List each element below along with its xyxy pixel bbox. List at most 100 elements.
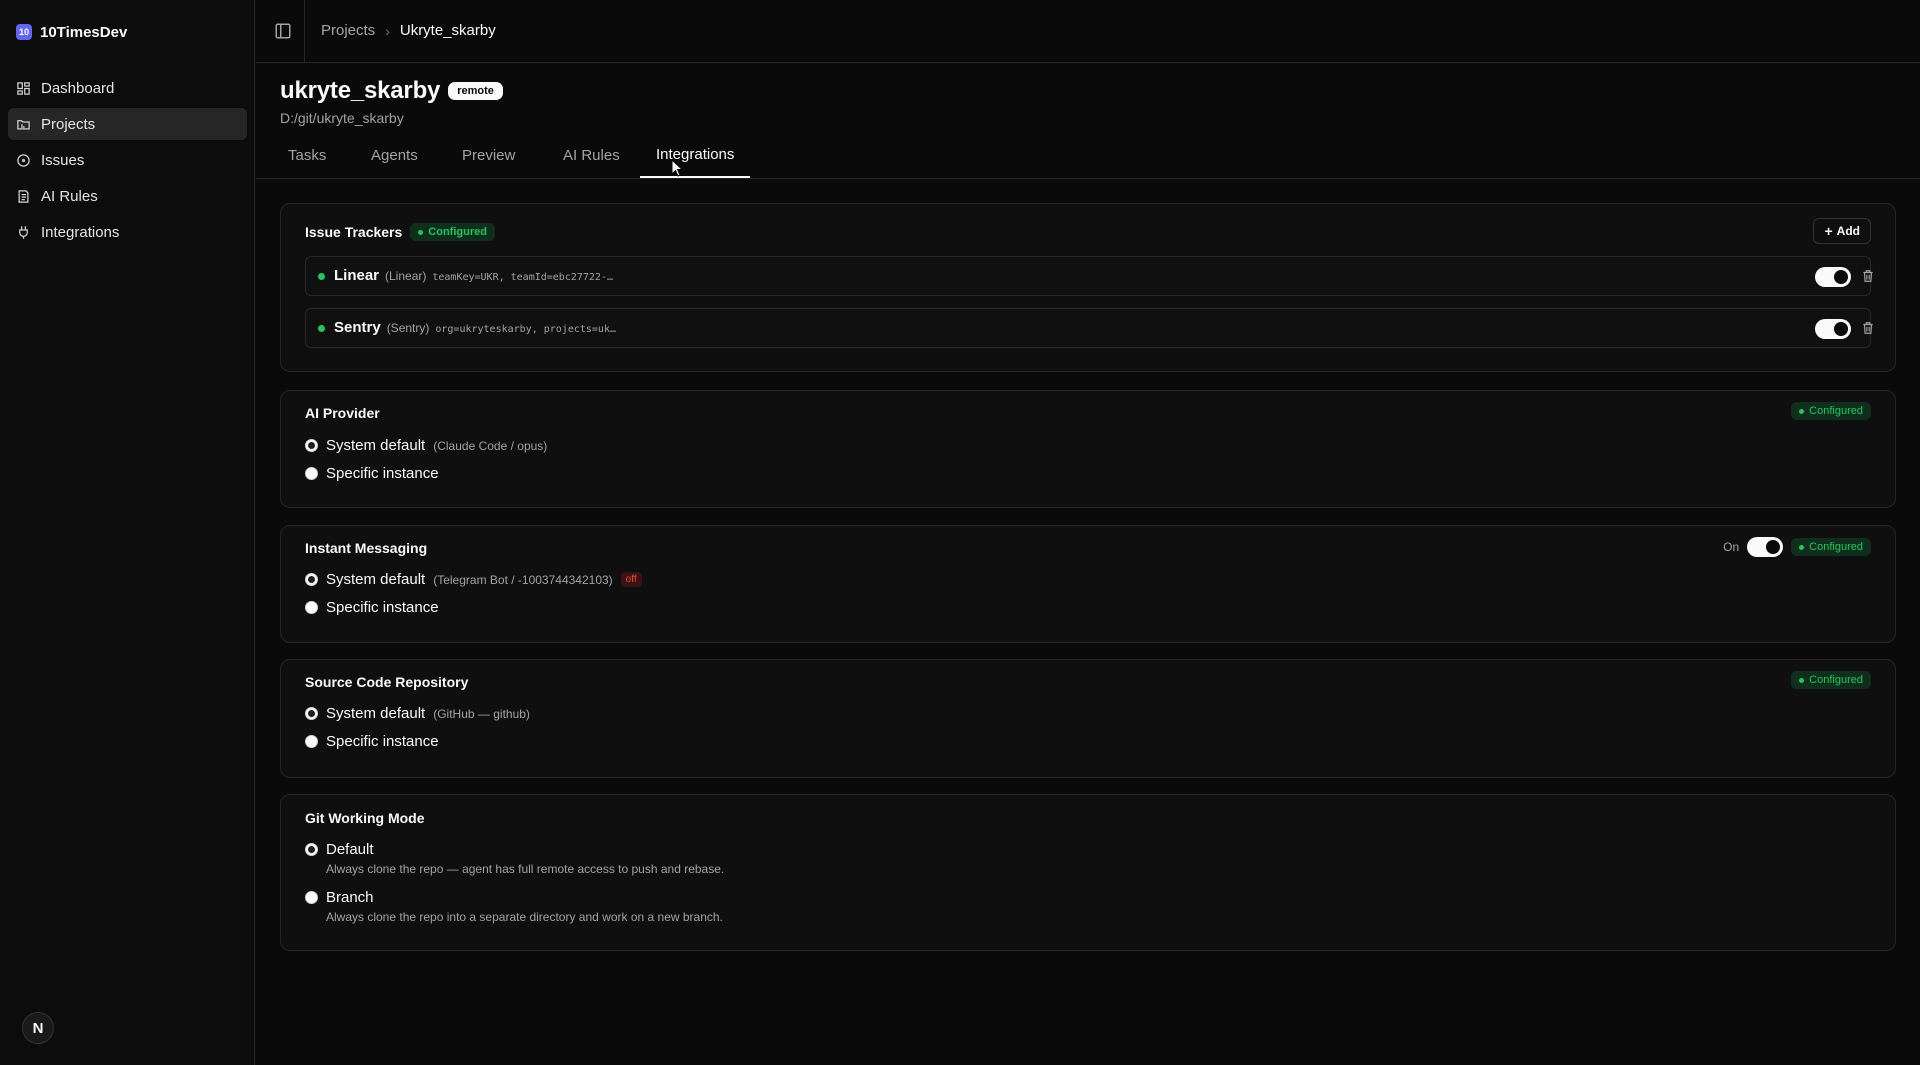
tracker-name: Sentry (Sentry) org=ukryteskarby, projects… bbox=[334, 319, 616, 336]
radio-button[interactable] bbox=[305, 735, 318, 748]
git-option-label-line: Branch bbox=[305, 889, 723, 906]
sidebar-nav: Dashboard Projects Issues AI Rules Integ… bbox=[8, 72, 247, 252]
tracker-config: org=ukryteskarby, projects=uk… bbox=[435, 324, 616, 335]
tab-tasks[interactable]: Tasks bbox=[272, 133, 342, 178]
page-title: ukryte_skarby bbox=[280, 77, 441, 104]
circle-dot-icon bbox=[17, 153, 30, 167]
status-dot bbox=[418, 229, 424, 235]
app-name: 10TimesDev bbox=[40, 23, 128, 41]
messaging-toggle[interactable] bbox=[1747, 537, 1784, 557]
plus-icon: + bbox=[1824, 223, 1833, 239]
radio-button[interactable] bbox=[305, 601, 318, 614]
status-badge: Configured bbox=[1791, 671, 1871, 689]
sidebar: 10 10TimesDev Dashboard Projects Issues … bbox=[0, 0, 255, 1065]
status-badge-label: Configured bbox=[1809, 541, 1863, 553]
card-header-actions: On Configured bbox=[1723, 537, 1871, 557]
add-tracker-button[interactable]: + Add bbox=[1813, 218, 1871, 244]
sidebar-item-ai-rules[interactable]: AI Rules bbox=[8, 180, 247, 212]
radio-label: Specific instance bbox=[326, 465, 439, 482]
breadcrumb: Projects › Ukryte_skarby bbox=[321, 22, 496, 39]
chevron-right-icon: › bbox=[385, 22, 390, 39]
sidebar-item-label: Issues bbox=[41, 151, 85, 169]
radio-label: System default bbox=[326, 705, 426, 722]
card-title: Source Code Repository bbox=[305, 674, 469, 690]
radio-button[interactable] bbox=[305, 467, 318, 480]
topbar-divider bbox=[304, 0, 305, 63]
radio-button[interactable] bbox=[305, 439, 318, 452]
radio-option-specific-instance[interactable]: Specific instance bbox=[305, 733, 439, 750]
status-badge-label: Configured bbox=[1809, 674, 1863, 686]
git-working-mode-card: Git Working Mode Default Always clone th… bbox=[280, 794, 1896, 951]
radio-label: System default bbox=[326, 437, 426, 454]
radio-option-specific-instance[interactable]: Specific instance bbox=[305, 465, 439, 482]
status-dot bbox=[318, 273, 325, 280]
tracker-name-text: Sentry bbox=[334, 319, 381, 336]
radio-button[interactable] bbox=[305, 707, 318, 720]
instant-messaging-card: Instant Messaging On Configured System d… bbox=[280, 525, 1896, 643]
tab-ai-rules[interactable]: AI Rules bbox=[547, 133, 636, 178]
issue-trackers-card: Issue Trackers Configured + Add Linear (L… bbox=[280, 203, 1896, 372]
source-code-card: Source Code Repository Configured System… bbox=[280, 659, 1896, 778]
git-option-description: Always clone the repo into a separate di… bbox=[326, 910, 723, 924]
mouse-pointer-icon bbox=[671, 159, 683, 177]
status-dot bbox=[318, 325, 325, 332]
git-option-description: Always clone the repo — agent has full r… bbox=[326, 862, 725, 876]
tracker-toggle[interactable] bbox=[1815, 267, 1851, 287]
off-badge: off bbox=[620, 572, 642, 587]
sidebar-item-integrations[interactable]: Integrations bbox=[8, 216, 247, 248]
topbar: Projects › Ukryte_skarby bbox=[256, 0, 1920, 63]
app-brand[interactable]: 10 10TimesDev bbox=[16, 20, 127, 44]
radio-label: System default bbox=[326, 571, 426, 588]
status-badge: Configured bbox=[410, 223, 495, 241]
project-title-row: ukryte_skarby remote bbox=[280, 77, 503, 105]
sidebar-item-issues[interactable]: Issues bbox=[8, 144, 247, 176]
tab-agents[interactable]: Agents bbox=[355, 133, 434, 178]
radio-option-system-default[interactable]: System default (GitHub — github) bbox=[305, 705, 530, 722]
avatar[interactable]: N bbox=[22, 1012, 54, 1044]
radio-option-system-default[interactable]: System default (Telegram Bot / -10037443… bbox=[305, 571, 642, 588]
card-header-actions: Configured bbox=[1791, 671, 1871, 689]
sidebar-toggle-button[interactable] bbox=[274, 22, 292, 40]
trash-icon[interactable] bbox=[1861, 269, 1875, 283]
tracker-row-sentry: Sentry (Sentry) org=ukryteskarby, projects… bbox=[305, 308, 1873, 348]
radio-button[interactable] bbox=[305, 891, 318, 904]
tab-integrations[interactable]: Integrations bbox=[640, 133, 751, 178]
ai-provider-card: AI Provider Configured System default (C… bbox=[280, 390, 1896, 508]
radio-hint: (Claude Code / opus) bbox=[433, 438, 548, 453]
trash-icon[interactable] bbox=[1861, 321, 1875, 335]
card-title: AI Provider bbox=[305, 405, 380, 421]
radio-button[interactable] bbox=[305, 573, 318, 586]
breadcrumb-projects-link[interactable]: Projects bbox=[321, 22, 375, 39]
status-dot bbox=[1799, 408, 1805, 414]
tab-bar: Tasks Agents Preview AI Rules Integratio… bbox=[256, 133, 1920, 179]
plug-icon bbox=[19, 225, 28, 239]
tracker-toggle[interactable] bbox=[1815, 319, 1851, 339]
tracker-row-linear: Linear (Linear) teamKey=UKR, teamId=ebc277… bbox=[305, 256, 1873, 296]
git-option-label-line: Default bbox=[305, 841, 724, 858]
status-badge-label: Configured bbox=[1809, 405, 1863, 417]
card-title: Instant Messaging bbox=[305, 540, 428, 556]
radio-option-system-default[interactable]: System default (Claude Code / opus) bbox=[305, 437, 547, 454]
git-mode-option-branch[interactable]: Branch Always clone the repo into a sepa… bbox=[305, 889, 723, 924]
sidebar-item-label: Dashboard bbox=[41, 79, 115, 97]
sidebar-item-dashboard[interactable]: Dashboard bbox=[8, 72, 247, 104]
status-badge-label: Configured bbox=[428, 226, 487, 238]
toggle-label: On bbox=[1723, 540, 1740, 554]
tracker-type: (Linear) bbox=[385, 269, 427, 283]
sidebar-item-projects[interactable]: Projects bbox=[8, 108, 247, 140]
radio-option-specific-instance[interactable]: Specific instance bbox=[305, 599, 439, 616]
status-badge: Configured bbox=[1791, 402, 1871, 420]
git-mode-option-default[interactable]: Default Always clone the repo — agent ha… bbox=[305, 841, 724, 876]
add-button-label: Add bbox=[1836, 224, 1860, 238]
tracker-name: Linear (Linear) teamKey=UKR, teamId=ebc277… bbox=[334, 267, 613, 284]
radio-label: Branch bbox=[326, 889, 374, 906]
breadcrumb-current: Ukryte_skarby bbox=[399, 22, 496, 39]
sidebar-item-label: AI Rules bbox=[41, 187, 98, 205]
tracker-name-text: Linear bbox=[334, 267, 380, 284]
remote-badge: remote bbox=[448, 82, 503, 100]
radio-button[interactable] bbox=[305, 843, 318, 856]
dashboard-icon bbox=[17, 81, 30, 95]
tab-preview[interactable]: Preview bbox=[446, 133, 531, 178]
folder-icon bbox=[17, 119, 30, 129]
rules-icon bbox=[18, 189, 29, 203]
